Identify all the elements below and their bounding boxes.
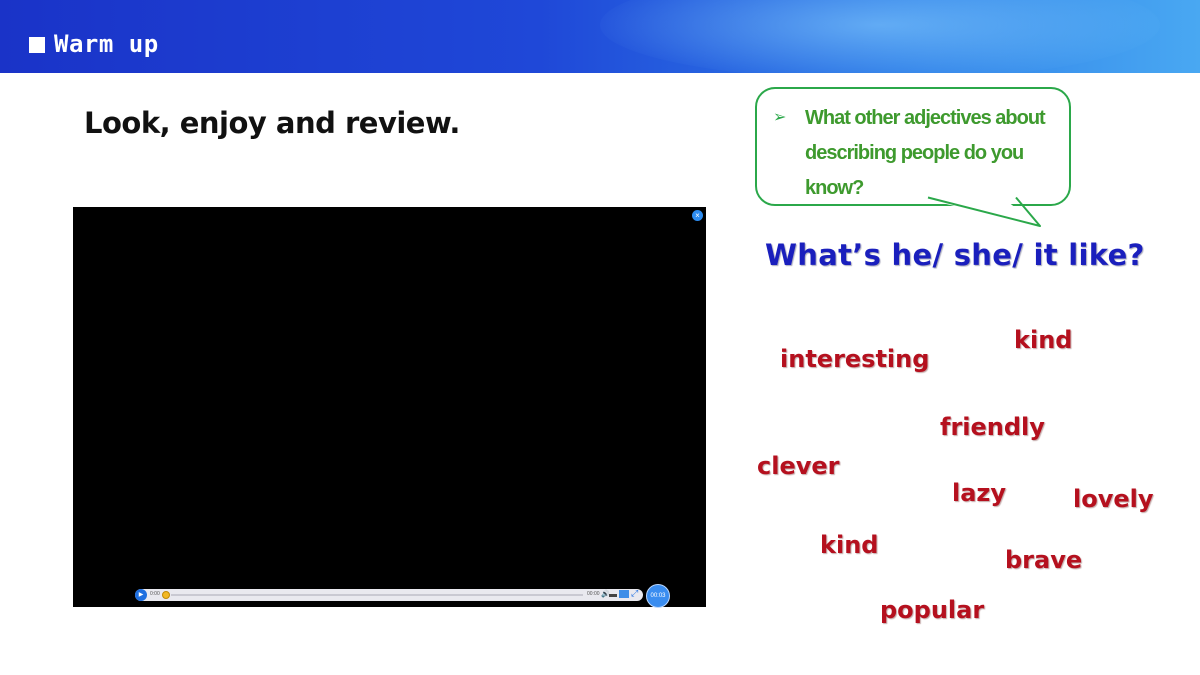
speech-bubble: ➢ What other adjectives about describing… xyxy=(755,87,1071,206)
adjective-word: lazy xyxy=(952,479,1007,507)
fullscreen-icon[interactable]: ⤢ xyxy=(631,588,638,599)
play-button[interactable]: ▶ xyxy=(135,589,147,601)
adjective-word: kind xyxy=(820,531,879,559)
adjective-word: clever xyxy=(757,452,840,480)
timer-badge: 00:03 xyxy=(646,584,670,608)
adjective-word: lovely xyxy=(1073,485,1154,513)
adjective-word: kind xyxy=(1014,326,1073,354)
seek-handle[interactable] xyxy=(162,591,170,599)
current-time: 0:00 xyxy=(150,591,160,597)
adjective-word: friendly xyxy=(940,413,1045,441)
adjective-word: interesting xyxy=(780,345,930,373)
bubble-question: What other adjectives about describing p… xyxy=(805,107,1046,199)
title-banner: Warm up xyxy=(0,0,1200,73)
adjective-word: brave xyxy=(1005,546,1083,574)
speech-bubble-tail xyxy=(912,196,1041,227)
video-player[interactable]: × ▶ 0:00 00:00 🔊 ⤢ 00:03 xyxy=(73,207,706,608)
screen-mode-button[interactable] xyxy=(619,590,629,598)
duration-time: 00:00 xyxy=(587,591,600,597)
square-bullet-icon xyxy=(29,37,45,53)
instruction-text: Look, enjoy and review. xyxy=(84,106,460,140)
seek-track[interactable] xyxy=(171,594,583,596)
banner-glow xyxy=(600,0,1160,73)
volume-slider[interactable] xyxy=(609,594,617,597)
adjective-word: popular xyxy=(880,596,985,624)
section-title: Warm up xyxy=(54,30,159,58)
question-heading: What’s he/ she/ it like? xyxy=(765,238,1145,272)
close-icon[interactable]: × xyxy=(692,210,703,221)
arrow-bullet-icon: ➢ xyxy=(773,109,787,126)
